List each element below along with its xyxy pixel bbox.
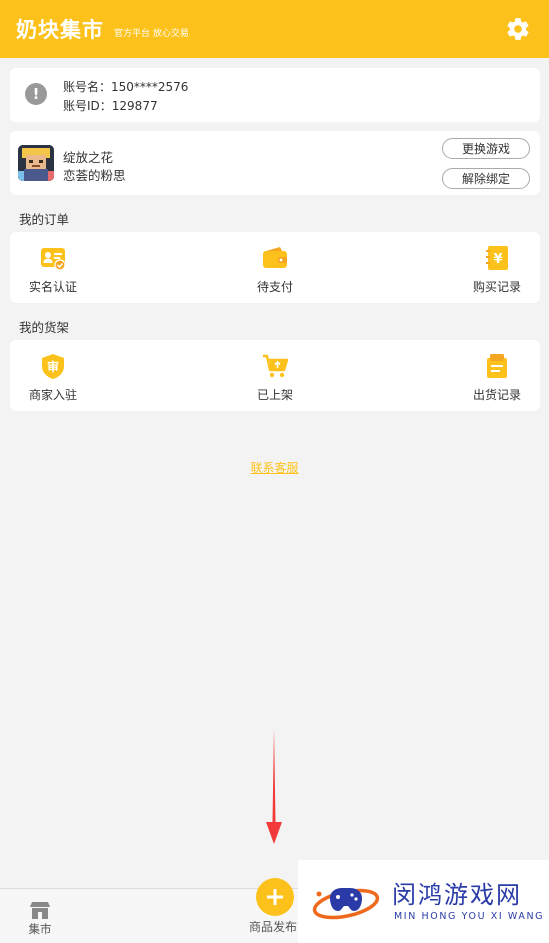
cart-upload-icon [263,354,289,378]
unbind-button[interactable]: 解除绑定 [442,168,530,189]
game-name: 绽放之花 [63,150,114,165]
change-game-button[interactable]: 更换游戏 [442,138,530,159]
alert-icon: ! [25,83,47,105]
plus-icon [267,889,283,905]
account-name: 账号名：150****2576 [63,80,189,94]
shipment-history-item[interactable]: 出货记录 [452,352,542,403]
gamepad-logo-icon [312,888,380,920]
app-header: 奶块集市 官方平台 放心交易 [0,0,549,58]
red-arrow-icon [266,728,282,844]
yen-book-icon: ¥ [486,246,508,270]
account-id: 账号ID：129877 [63,99,158,113]
shelf-section-title: 我的货架 [19,320,70,335]
gear-icon[interactable] [505,16,531,42]
tab-publish-label[interactable]: 商品发布 [249,918,297,935]
purchase-history-label: 购买记录 [472,280,521,294]
game-role-name: 恋荟的粉思 [63,168,126,183]
publish-fab-button[interactable] [256,878,294,916]
shipment-history-label: 出货记录 [472,388,521,402]
game-card: 绽放之花 恋荟的粉思 更换游戏 解除绑定 [10,131,540,195]
orders-card: 实名认证 待支付 ¥ 购买记录 [10,232,540,303]
merchant-join-label: 商家入驻 [28,388,77,402]
box-icon [487,354,507,378]
wallet-icon [263,247,287,268]
account-card: ! 账号名：150****2576 账号ID：129877 [10,68,540,122]
real-name-auth-label: 实名认证 [28,280,77,294]
watermark-title: 闵鸿游戏网 [392,881,522,909]
id-card-icon [41,248,66,271]
pending-payment-label: 待支付 [256,280,293,294]
shelf-card: 审 商家入驻 已上架 出货记录 [10,340,540,411]
watermark-subtitle: MIN HONG YOU XI WANG [394,911,545,922]
pending-payment-item[interactable]: 待支付 [230,244,320,295]
watermark: 闵鸿游戏网 MIN HONG YOU XI WANG [298,860,549,943]
real-name-auth-item[interactable]: 实名认证 [8,244,98,295]
listed-item[interactable]: 已上架 [230,352,320,403]
shield-badge-icon: 审 [42,354,64,379]
tab-market[interactable]: 集市 [22,901,58,937]
svg-text:¥: ¥ [493,252,502,267]
svg-text:审: 审 [47,359,59,374]
orders-section-title: 我的订单 [19,212,70,227]
contact-support-link[interactable]: 联系客服 [0,459,549,476]
merchant-join-item[interactable]: 审 商家入驻 [8,352,98,403]
app-subtitle: 官方平台 放心交易 [114,28,189,39]
listed-label: 已上架 [256,388,293,402]
store-icon [30,902,50,919]
tab-market-label: 集市 [28,922,52,936]
app-title: 奶块集市 [16,18,104,42]
purchase-history-item[interactable]: ¥ 购买记录 [452,244,542,295]
game-avatar [18,145,54,181]
